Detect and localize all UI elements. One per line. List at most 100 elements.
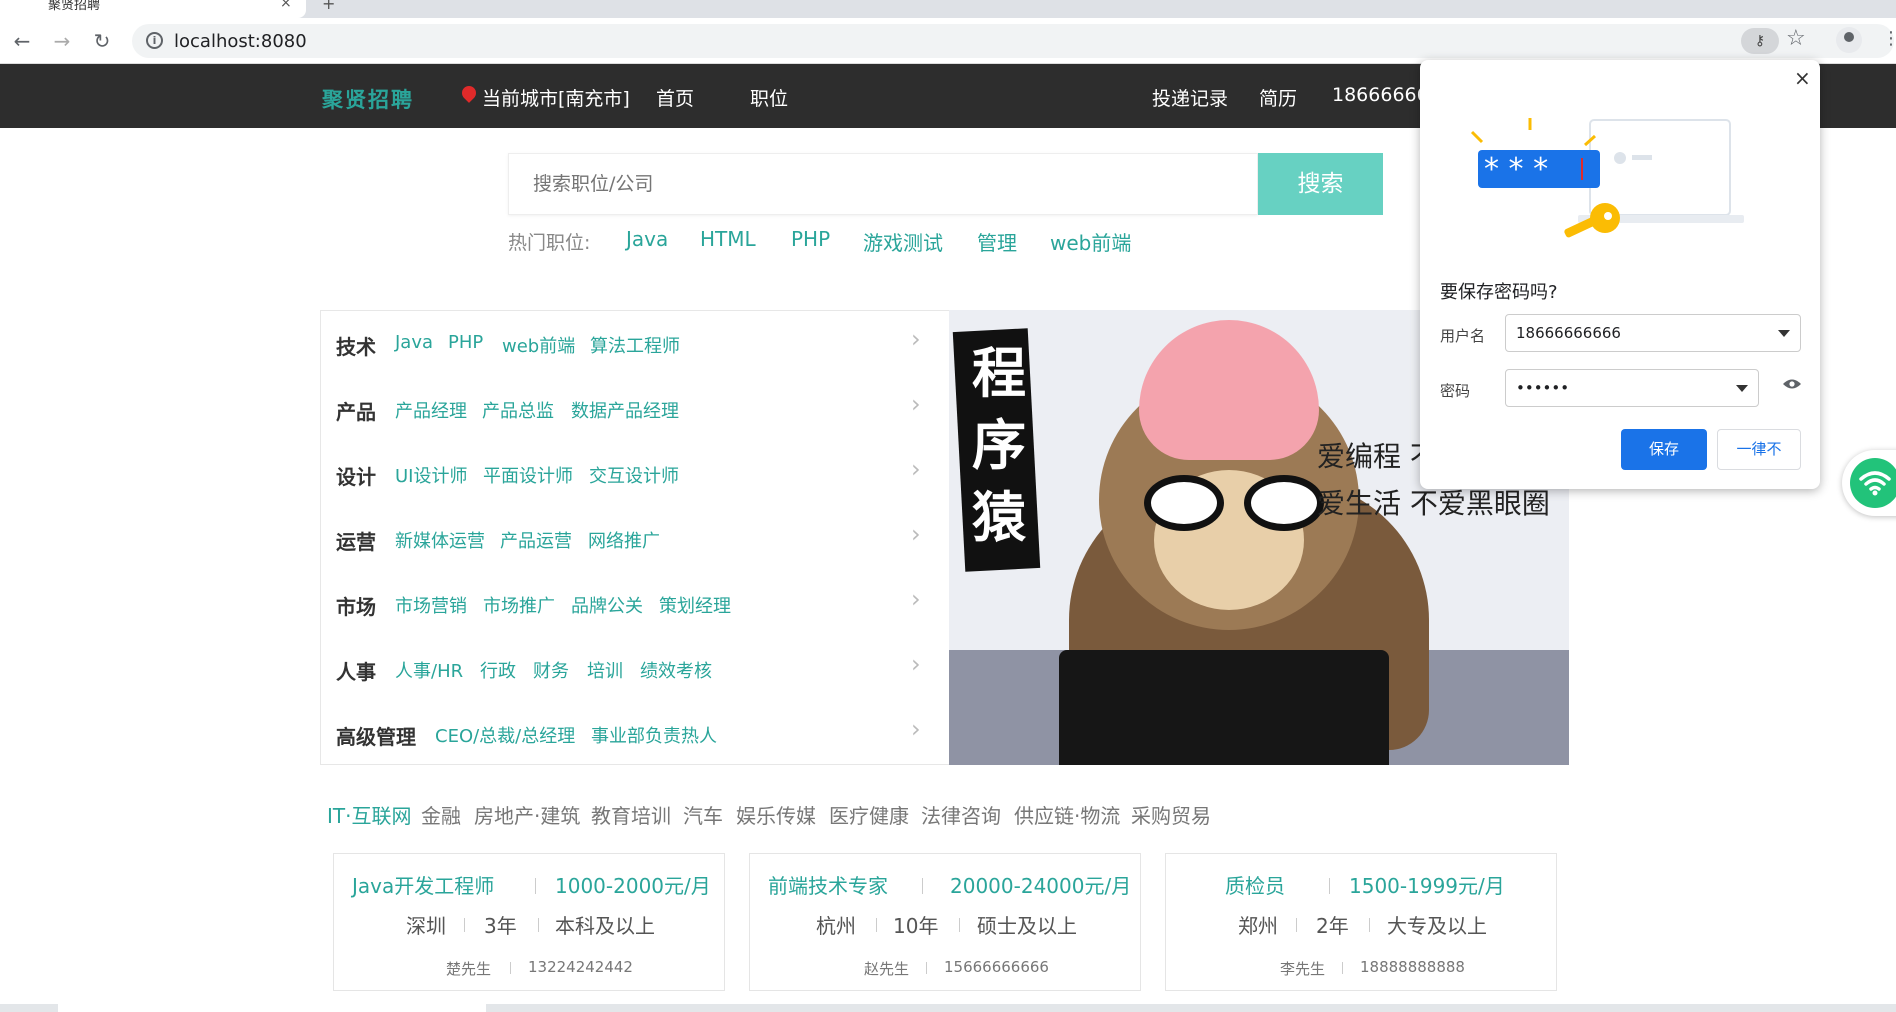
- category-link[interactable]: UI设计师: [395, 462, 467, 488]
- industry-tab[interactable]: 医疗健康: [829, 800, 909, 829]
- chevron-right-icon: ›: [911, 455, 921, 483]
- glasses-lens-left: [1144, 475, 1224, 531]
- hot-job-link[interactable]: 管理: [977, 227, 1017, 256]
- category-link[interactable]: 行政: [480, 657, 516, 683]
- nav-resume[interactable]: 简历: [1259, 84, 1297, 111]
- category-row[interactable]: 市场 市场营销 市场推广 品牌公关 策划经理 ›: [321, 571, 951, 636]
- job-contact: 赵先生: [864, 960, 910, 978]
- job-title[interactable]: 前端技术专家: [768, 870, 888, 899]
- industry-tab[interactable]: 房地产·建筑: [474, 800, 580, 829]
- tab-title: 聚贤招聘: [48, 0, 101, 13]
- category-link[interactable]: 市场营销: [395, 592, 467, 618]
- industry-tab[interactable]: 供应链·物流: [1014, 800, 1120, 829]
- category-link[interactable]: 策划经理: [659, 592, 731, 618]
- industry-tab[interactable]: 汽车: [683, 800, 723, 829]
- eye-icon[interactable]: [1782, 378, 1802, 390]
- hot-job-link[interactable]: HTML: [700, 227, 756, 251]
- category-link[interactable]: 人事/HR: [395, 657, 463, 683]
- category-link[interactable]: 新媒体运营: [395, 527, 485, 553]
- site-info-icon[interactable]: i: [146, 32, 163, 49]
- category-link[interactable]: 产品运营: [500, 527, 572, 553]
- nav-home[interactable]: 首页: [656, 84, 694, 111]
- category-link[interactable]: 绩效考核: [640, 657, 712, 683]
- password-field[interactable]: ••••••: [1505, 369, 1759, 407]
- reload-icon[interactable]: ↻: [88, 27, 116, 55]
- site-logo[interactable]: 聚贤招聘: [322, 84, 414, 114]
- category-link[interactable]: 产品总监: [482, 397, 554, 423]
- current-city[interactable]: 当前城市[南充市]: [482, 84, 630, 111]
- nav-records[interactable]: 投递记录: [1152, 84, 1228, 111]
- divider: [510, 962, 511, 974]
- job-card[interactable]: 前端技术专家 20000-24000元/月 杭州 10年 硕士及以上 赵先生 1…: [749, 853, 1141, 991]
- browser-tab[interactable]: 聚贤招聘 ×: [0, 0, 306, 18]
- chevron-down-icon[interactable]: [1736, 385, 1748, 392]
- chevron-right-icon: ›: [911, 585, 921, 613]
- wifi-float-button[interactable]: [1842, 450, 1896, 516]
- hot-job-link[interactable]: PHP: [791, 227, 830, 251]
- job-phone: 13224242442: [528, 958, 633, 976]
- industry-tab[interactable]: 娱乐传媒: [736, 800, 816, 829]
- forward-icon[interactable]: →: [48, 27, 76, 55]
- category-row[interactable]: 高级管理 CEO/总裁/总经理 事业部负责热人 ›: [321, 701, 951, 766]
- search-button[interactable]: 搜索: [1258, 153, 1383, 215]
- category-row[interactable]: 运营 新媒体运营 产品运营 网络推广 ›: [321, 506, 951, 571]
- bookmark-star-icon[interactable]: ☆: [1786, 26, 1806, 51]
- back-icon[interactable]: ←: [8, 27, 36, 55]
- profile-avatar-icon[interactable]: [1836, 27, 1862, 53]
- job-experience: 3年: [484, 914, 517, 938]
- category-link[interactable]: 产品经理: [395, 397, 467, 423]
- key-icon[interactable]: ⚷: [1741, 28, 1779, 54]
- job-phone: 15666666666: [944, 958, 1049, 976]
- category-link[interactable]: 交互设计师: [589, 462, 679, 488]
- glasses-lens-right: [1244, 475, 1324, 531]
- category-link[interactable]: PHP: [448, 332, 483, 353]
- job-title[interactable]: 质检员: [1225, 870, 1285, 899]
- browser-menu-icon[interactable]: ⋮: [1882, 28, 1896, 49]
- category-link[interactable]: web前端: [502, 332, 575, 358]
- chevron-down-icon[interactable]: [1778, 330, 1790, 337]
- job-card[interactable]: Java开发工程师 1000-2000元/月 深圳 3年 本科及以上 楚先生 1…: [333, 853, 725, 991]
- job-salary: 20000-24000元/月: [950, 874, 1132, 898]
- category-title: 市场: [336, 595, 376, 619]
- new-tab-icon[interactable]: +: [322, 0, 335, 13]
- dialog-title: 要保存密码吗?: [1440, 282, 1558, 303]
- category-link[interactable]: 网络推广: [588, 527, 660, 553]
- industry-tab[interactable]: 教育培训: [591, 800, 671, 829]
- divider: [1296, 918, 1297, 932]
- job-card[interactable]: 质检员 1500-1999元/月 郑州 2年 大专及以上 李先生 1888888…: [1165, 853, 1557, 991]
- category-link[interactable]: 平面设计师: [483, 462, 573, 488]
- never-save-button[interactable]: 一律不: [1717, 429, 1801, 470]
- category-link[interactable]: 品牌公关: [571, 592, 643, 618]
- address-url[interactable]: localhost:8080: [174, 31, 307, 52]
- category-link[interactable]: 数据产品经理: [571, 397, 679, 423]
- category-link[interactable]: 培训: [587, 657, 623, 683]
- industry-tab[interactable]: IT·互联网: [327, 800, 411, 829]
- category-link[interactable]: 财务: [533, 657, 569, 683]
- nav-jobs[interactable]: 职位: [750, 84, 788, 111]
- category-link[interactable]: CEO/总裁/总经理: [435, 722, 575, 748]
- industry-tab[interactable]: 法律咨询: [921, 800, 1001, 829]
- close-icon[interactable]: ×: [1794, 66, 1811, 90]
- industry-tab[interactable]: 金融: [421, 800, 461, 829]
- hot-job-link[interactable]: Java: [626, 227, 668, 251]
- category-row[interactable]: 设计 UI设计师 平面设计师 交互设计师 ›: [321, 441, 951, 506]
- hot-job-link[interactable]: web前端: [1050, 227, 1131, 256]
- category-row[interactable]: 技术 Java PHP web前端 算法工程师 ›: [321, 311, 951, 376]
- category-link[interactable]: 市场推广: [483, 592, 555, 618]
- monkey-brain: [1139, 320, 1319, 460]
- category-row[interactable]: 产品 产品经理 产品总监 数据产品经理 ›: [321, 376, 951, 441]
- category-link[interactable]: 事业部负责热人: [591, 722, 717, 748]
- industry-tab[interactable]: 采购贸易: [1131, 800, 1211, 829]
- save-password-button[interactable]: 保存: [1621, 429, 1707, 470]
- tab-close-icon[interactable]: ×: [280, 0, 292, 11]
- username-value: 18666666666: [1516, 324, 1621, 342]
- address-bar[interactable]: i localhost:8080: [132, 24, 1894, 58]
- category-link[interactable]: 算法工程师: [590, 332, 680, 358]
- category-link[interactable]: Java: [395, 332, 433, 353]
- hot-job-link[interactable]: 游戏测试: [863, 227, 943, 256]
- username-field[interactable]: 18666666666: [1505, 314, 1801, 352]
- search-input[interactable]: [509, 154, 1259, 214]
- job-title[interactable]: Java开发工程师: [352, 870, 494, 899]
- chevron-right-icon: ›: [911, 390, 921, 418]
- category-row[interactable]: 人事 人事/HR 行政 财务 培训 绩效考核 ›: [321, 636, 951, 701]
